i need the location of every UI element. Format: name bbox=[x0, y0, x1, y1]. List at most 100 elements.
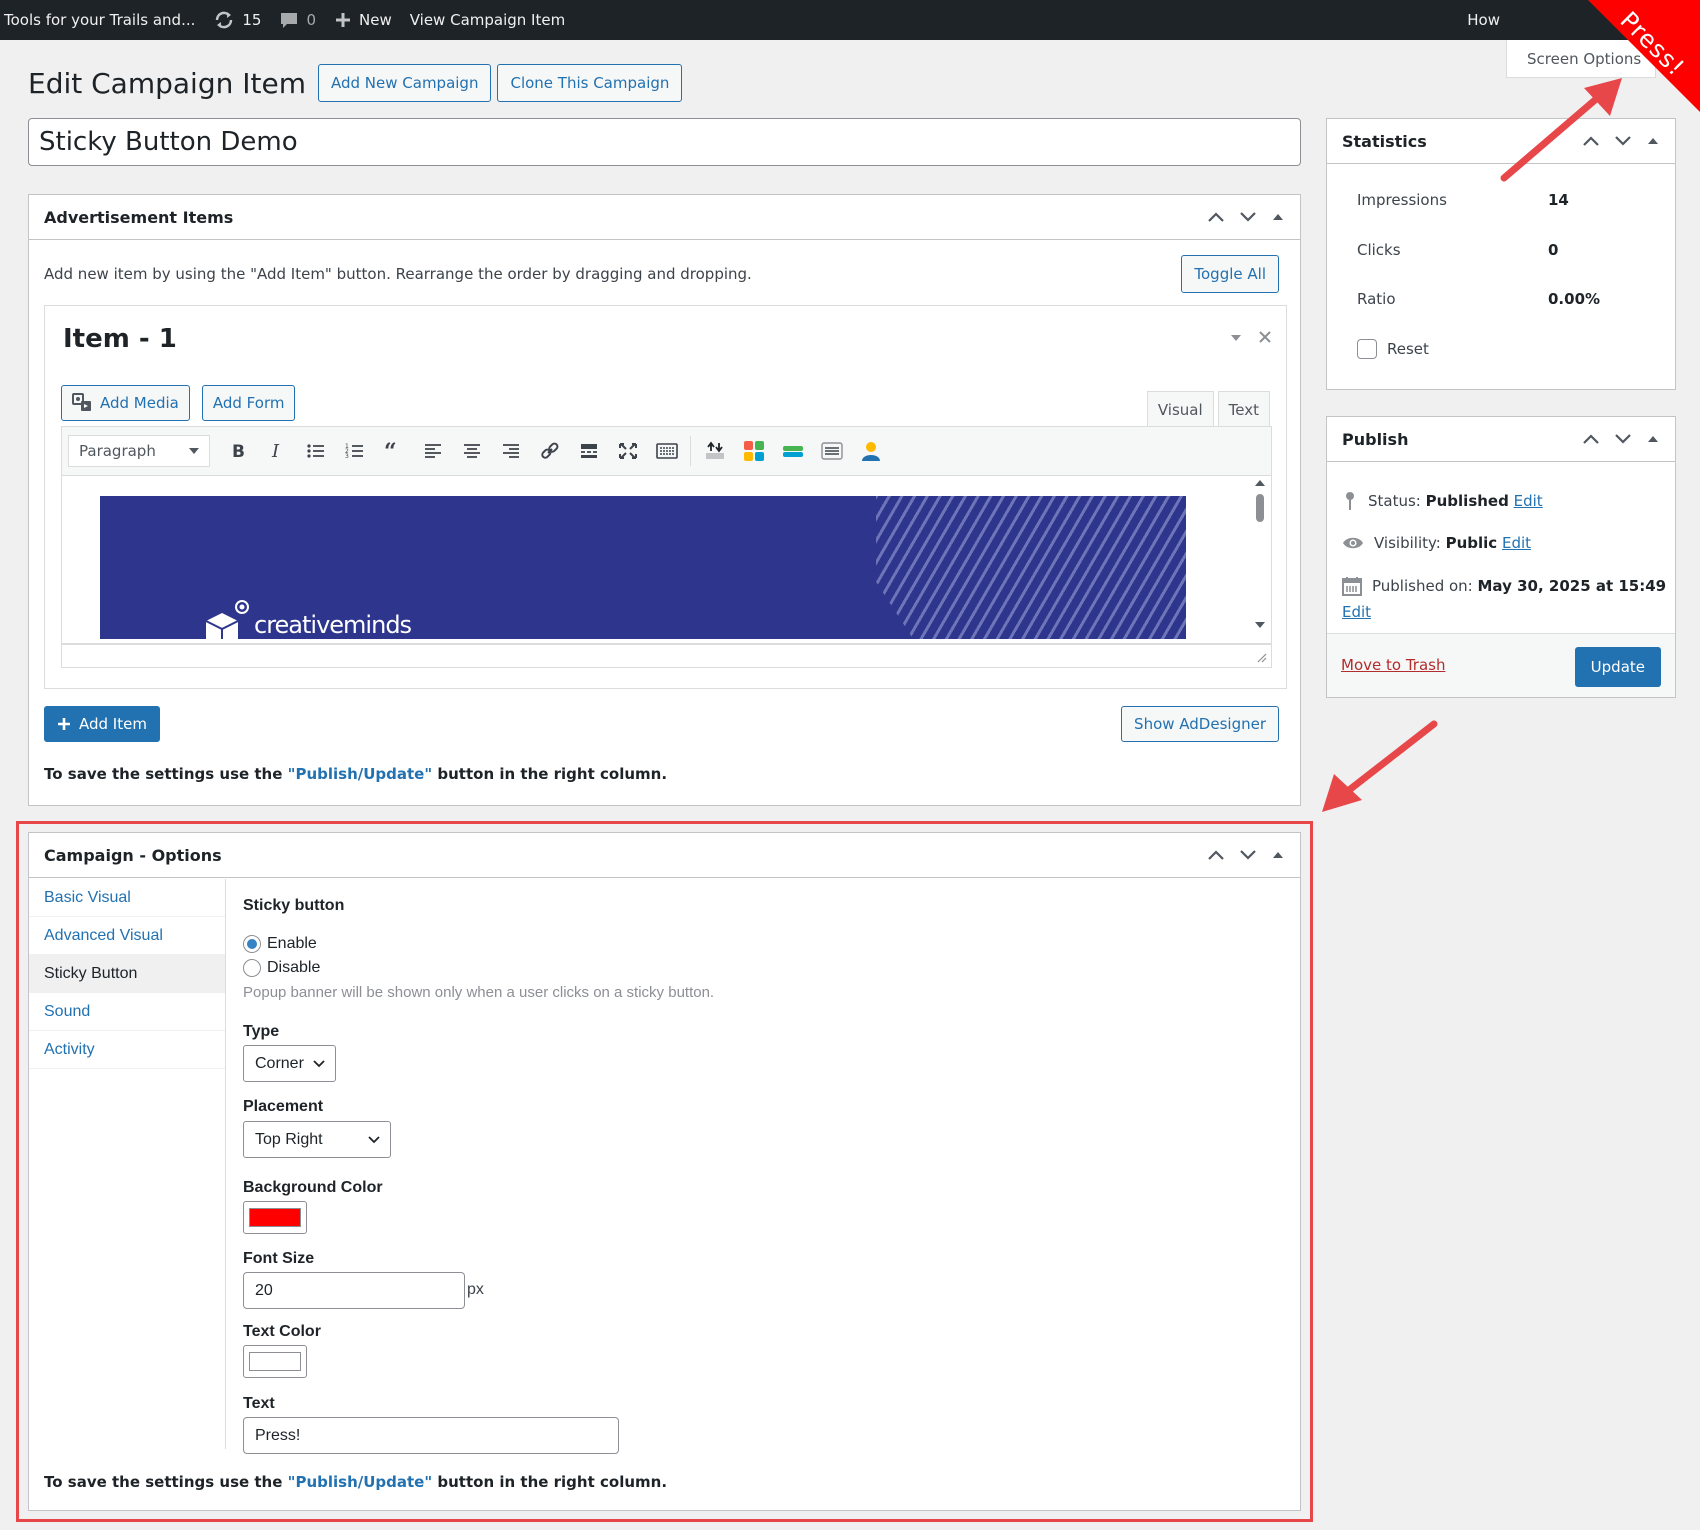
format-select[interactable]: Paragraph bbox=[68, 435, 210, 467]
move-up-icon[interactable] bbox=[1207, 849, 1225, 861]
status-row: Status: Published Edit bbox=[1342, 491, 1543, 511]
move-down-icon[interactable] bbox=[1614, 135, 1632, 147]
add-form-button[interactable]: Add Form bbox=[201, 385, 296, 421]
disable-radio[interactable] bbox=[243, 959, 261, 977]
italic-button[interactable]: I bbox=[257, 434, 296, 468]
add-media-button[interactable]: Add Media bbox=[61, 385, 190, 421]
publish-header: Publish bbox=[1327, 417, 1675, 462]
clicks-label: Clicks bbox=[1357, 241, 1401, 259]
editor-statusbar bbox=[61, 644, 1272, 668]
align-right-button[interactable] bbox=[491, 434, 530, 468]
editor-content-area[interactable]: creativeminds bbox=[61, 476, 1272, 644]
impressions-label: Impressions bbox=[1357, 191, 1447, 209]
resize-handle-icon[interactable] bbox=[1255, 651, 1267, 663]
impressions-value: 14 bbox=[1548, 191, 1569, 209]
close-icon[interactable] bbox=[1258, 330, 1272, 344]
add-new-campaign-button[interactable]: Add New Campaign bbox=[317, 64, 492, 102]
tab-visual[interactable]: Visual bbox=[1146, 391, 1214, 427]
move-down-icon[interactable] bbox=[1614, 433, 1632, 445]
collapse-toggle-icon[interactable] bbox=[1271, 850, 1285, 860]
disable-label: Disable bbox=[267, 959, 321, 976]
save-note-highlight: "Publish/Update" bbox=[287, 1473, 433, 1491]
publish-box: Publish Status: Published Edit Visibilit… bbox=[1326, 416, 1676, 698]
align-left-icon bbox=[424, 444, 441, 458]
comment-icon bbox=[281, 13, 298, 28]
enable-radio-row[interactable]: Enable bbox=[243, 935, 317, 953]
font-size-unit: px bbox=[467, 1281, 484, 1298]
edit-status-link[interactable]: Edit bbox=[1514, 492, 1543, 510]
plus-icon bbox=[336, 13, 351, 27]
tab-basic-visual[interactable]: Basic Visual bbox=[29, 879, 225, 917]
placement-select-value: Top Right bbox=[255, 1130, 323, 1148]
read-more-button[interactable] bbox=[569, 434, 608, 468]
type-select[interactable]: Corner bbox=[243, 1045, 336, 1082]
layers-button[interactable] bbox=[773, 434, 812, 468]
tab-activity[interactable]: Activity bbox=[29, 1031, 225, 1069]
move-to-trash-link[interactable]: Move to Trash bbox=[1341, 656, 1445, 674]
options-divider bbox=[225, 879, 226, 1449]
move-down-icon[interactable] bbox=[1239, 211, 1257, 223]
tab-sticky-button[interactable]: Sticky Button bbox=[29, 955, 225, 993]
collapse-toggle-icon[interactable] bbox=[1271, 212, 1285, 222]
collapse-item-icon[interactable] bbox=[1230, 334, 1242, 342]
insert-shortcode-button[interactable] bbox=[695, 434, 734, 468]
bold-button[interactable]: B bbox=[218, 434, 257, 468]
enable-radio[interactable] bbox=[243, 935, 261, 953]
tab-text[interactable]: Text bbox=[1217, 391, 1270, 427]
clone-campaign-button[interactable]: Clone This Campaign bbox=[497, 64, 683, 102]
numbered-list-button[interactable]: 123 bbox=[335, 434, 374, 468]
updates-link[interactable]: 15 bbox=[204, 0, 270, 40]
ratio-value: 0.00% bbox=[1548, 290, 1601, 308]
collapse-toggle-icon[interactable] bbox=[1646, 434, 1660, 444]
list-widget-button[interactable] bbox=[812, 434, 851, 468]
align-center-button[interactable] bbox=[452, 434, 491, 468]
insert-link-button[interactable] bbox=[530, 434, 569, 468]
view-label: View Campaign Item bbox=[409, 11, 566, 29]
blockquote-button[interactable]: “ bbox=[374, 434, 413, 468]
grid-widget-button[interactable] bbox=[734, 434, 773, 468]
options-tabs: Basic Visual Advanced Visual Sticky Butt… bbox=[29, 879, 225, 1069]
update-button[interactable]: Update bbox=[1574, 647, 1661, 687]
move-down-icon[interactable] bbox=[1239, 849, 1257, 861]
placement-select[interactable]: Top Right bbox=[243, 1121, 391, 1158]
user-widget-button[interactable] bbox=[851, 434, 890, 468]
align-center-icon bbox=[463, 444, 480, 458]
sticky-description: Popup banner will be shown only when a u… bbox=[243, 984, 715, 1001]
sticky-text-input[interactable]: Press! bbox=[243, 1417, 619, 1454]
align-right-icon bbox=[502, 444, 519, 458]
visibility-value: Public bbox=[1445, 534, 1498, 552]
fullscreen-button[interactable] bbox=[608, 434, 647, 468]
quote-icon: “ bbox=[384, 442, 397, 460]
add-item-button[interactable]: Add Item bbox=[44, 706, 160, 742]
move-up-icon[interactable] bbox=[1582, 433, 1600, 445]
text-color-picker[interactable] bbox=[243, 1345, 307, 1378]
move-up-icon[interactable] bbox=[1207, 211, 1225, 223]
site-name-link[interactable]: Tools for your Trails and... bbox=[0, 0, 204, 40]
arrow-to-options-icon bbox=[1322, 720, 1438, 812]
disable-radio-row[interactable]: Disable bbox=[243, 959, 320, 977]
collapse-toggle-icon[interactable] bbox=[1646, 136, 1660, 146]
toolbar-toggle-button[interactable] bbox=[647, 434, 686, 468]
save-note: To save the settings use the "Publish/Up… bbox=[44, 1473, 667, 1491]
editor-scrollbar[interactable] bbox=[1251, 476, 1269, 644]
toggle-all-button[interactable]: Toggle All bbox=[1181, 255, 1279, 293]
box-handle-actions bbox=[1582, 433, 1660, 445]
edit-visibility-link[interactable]: Edit bbox=[1502, 534, 1531, 552]
site-name: Tools for your Trails and... bbox=[4, 11, 196, 29]
tab-advanced-visual[interactable]: Advanced Visual bbox=[29, 917, 225, 955]
bullet-list-button[interactable] bbox=[296, 434, 335, 468]
tab-sound[interactable]: Sound bbox=[29, 993, 225, 1031]
background-color-picker[interactable] bbox=[243, 1201, 307, 1234]
reset-row[interactable]: Reset bbox=[1357, 339, 1429, 359]
show-adesigner-button[interactable]: Show AdDesigner bbox=[1121, 706, 1279, 742]
view-campaign-link[interactable]: View Campaign Item bbox=[401, 0, 574, 40]
font-size-input[interactable]: 20 bbox=[243, 1272, 465, 1309]
new-label: New bbox=[359, 11, 392, 29]
comments-link[interactable]: 0 bbox=[270, 0, 325, 40]
move-up-icon[interactable] bbox=[1582, 135, 1600, 147]
edit-date-link[interactable]: Edit bbox=[1342, 603, 1371, 621]
campaign-title-input[interactable]: Sticky Button Demo bbox=[28, 118, 1301, 166]
align-left-button[interactable] bbox=[413, 434, 452, 468]
new-content-link[interactable]: New bbox=[325, 0, 401, 40]
reset-checkbox[interactable] bbox=[1357, 339, 1377, 359]
